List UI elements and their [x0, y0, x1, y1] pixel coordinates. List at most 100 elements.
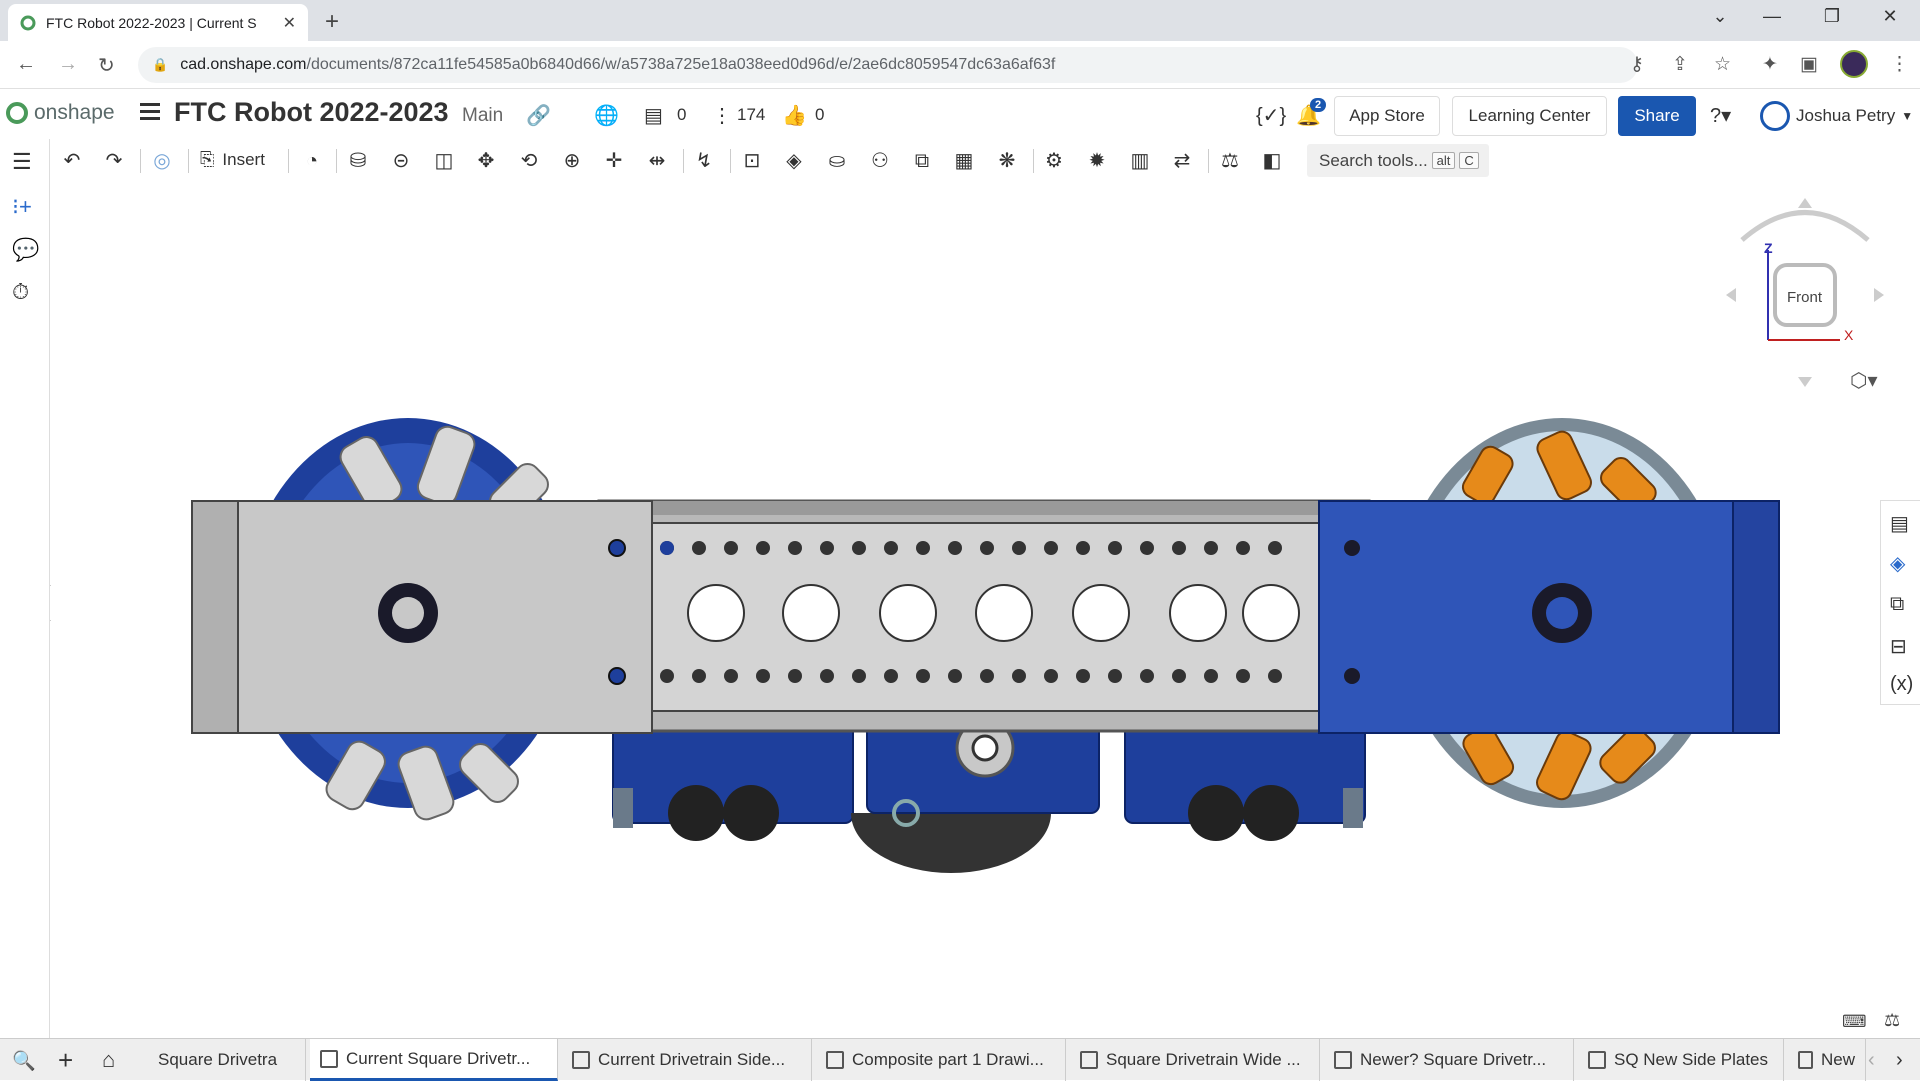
mate-connector-icon[interactable]: ◔ — [298, 149, 326, 173]
pin-slot-mate-icon[interactable]: ⊕ — [558, 149, 586, 173]
forward-icon[interactable]: → — [58, 53, 78, 76]
cylindrical-mate-icon[interactable]: ⟲ — [515, 149, 543, 173]
chrome-menu-icon[interactable]: ⋮ — [1890, 53, 1909, 76]
tangent-mate-icon[interactable]: ↯ — [690, 149, 718, 173]
center-gearbox[interactable] — [851, 712, 1100, 873]
graphics-viewport[interactable] — [51, 183, 1880, 1038]
tab-search-icon[interactable]: ⌄ — [1700, 6, 1740, 27]
onshape-header: onshape FTC Robot 2022-2023 Main 🔗 🌐 ▤ 0… — [0, 89, 1920, 139]
minimize-icon[interactable]: — — [1752, 6, 1792, 27]
mass-properties-icon[interactable]: ⚖ — [1884, 1010, 1900, 1031]
feature-list-icon[interactable]: ☰ — [12, 149, 32, 175]
replicate-icon[interactable]: ⛀ — [823, 149, 851, 173]
main-channel[interactable] — [597, 499, 1371, 733]
left-side-plate[interactable] — [191, 500, 653, 734]
hamburger-menu-icon[interactable] — [140, 103, 160, 124]
variables-icon[interactable]: {✓} — [1256, 103, 1286, 128]
tab-assembly[interactable]: Square Drivetrain Wide ... — [1070, 1039, 1320, 1081]
tab-assembly[interactable]: SQ New Side Plates — [1578, 1039, 1784, 1081]
link-icon[interactable]: 🔗 — [526, 103, 551, 128]
reload-icon[interactable]: ↻ — [98, 53, 115, 78]
named-positions-icon[interactable]: ⊟ — [1890, 634, 1907, 659]
side-panel-icon[interactable]: ▣ — [1800, 53, 1818, 76]
section-view-icon[interactable]: ◧ — [1258, 149, 1286, 173]
help-icon[interactable]: ?▾ — [1710, 103, 1731, 128]
app-store-button[interactable]: App Store — [1334, 96, 1440, 136]
url-input[interactable]: 🔒 cad.onshape.com/documents/872ca11fe545… — [138, 47, 1638, 83]
profile-avatar[interactable] — [1840, 50, 1868, 78]
screw-relation-icon[interactable]: ▥ — [1126, 149, 1154, 173]
view-cube[interactable]: Front Z X — [1720, 190, 1890, 390]
tab-assembly-active[interactable]: Current Square Drivetr... — [310, 1039, 558, 1081]
instances-icon[interactable]: ⋮ — [712, 103, 732, 128]
versions-icon[interactable]: ▤ — [644, 103, 663, 128]
close-icon[interactable]: ✕ — [283, 13, 296, 33]
gear-relation-icon[interactable]: ⚙ — [1040, 149, 1068, 173]
window-close-icon[interactable]: ✕ — [1870, 6, 1910, 27]
search-tools-input[interactable]: Search tools... alt C — [1307, 144, 1489, 177]
mirror-icon[interactable]: ❋ — [993, 149, 1021, 173]
planar-mate-icon[interactable]: ✥ — [472, 149, 500, 173]
add-tab-icon[interactable]: + — [58, 1045, 73, 1076]
share-page-icon[interactable]: ⇪ — [1672, 53, 1688, 76]
undo-icon[interactable]: ↶ — [58, 149, 86, 173]
like-icon[interactable]: 👍 — [782, 103, 807, 128]
tab-part-studio[interactable]: Square Drivetra — [148, 1039, 306, 1081]
update-icon[interactable]: ◎ — [148, 149, 176, 173]
fastened-mate-icon[interactable]: ⛁ — [344, 149, 372, 173]
tab-assembly[interactable]: New — [1788, 1039, 1866, 1081]
back-icon[interactable]: ← — [16, 53, 36, 76]
onshape-logo-icon — [6, 102, 28, 124]
rotate-arc-icon[interactable] — [1740, 210, 1870, 242]
appearance-panel-icon[interactable]: ▤ — [1890, 511, 1909, 536]
share-button[interactable]: Share — [1618, 96, 1696, 136]
branch-name[interactable]: Main — [462, 105, 503, 127]
rotate-right-icon[interactable] — [1874, 288, 1884, 302]
rotate-left-icon[interactable] — [1726, 288, 1736, 302]
measure-icon[interactable]: ⚖ — [1216, 149, 1244, 173]
search-tabs-icon[interactable]: 🔍 — [12, 1049, 36, 1073]
user-menu[interactable]: Joshua Petry ▼ — [1760, 101, 1913, 131]
new-tab-icon[interactable]: + — [325, 8, 339, 36]
right-side-plate[interactable] — [1318, 500, 1780, 734]
ball-mate-icon[interactable]: ✛ — [600, 149, 628, 173]
group-icon[interactable]: ⊡ — [738, 149, 766, 173]
variables-panel-icon[interactable]: (x) — [1890, 673, 1913, 696]
rotate-up-icon[interactable] — [1798, 198, 1812, 208]
redo-icon[interactable]: ↷ — [100, 149, 128, 173]
learning-center-button[interactable]: Learning Center — [1452, 96, 1607, 136]
document-title[interactable]: FTC Robot 2022-2023 — [174, 97, 449, 128]
parallel-mate-icon[interactable]: ⇹ — [643, 149, 671, 173]
home-icon[interactable]: ⌂ — [102, 1047, 115, 1073]
revolute-mate-icon[interactable]: ⊝ — [387, 149, 415, 173]
globe-icon[interactable]: 🌐 — [594, 103, 619, 128]
view-mode-cube-icon[interactable]: ⬡▾ — [1850, 368, 1878, 393]
units-icon[interactable]: ⌨ — [1842, 1012, 1867, 1032]
onshape-logo[interactable]: onshape — [6, 101, 115, 125]
tab-assembly[interactable]: Current Drivetrain Side... — [562, 1039, 812, 1081]
mate-features-icon[interactable]: ⁝+ — [12, 194, 32, 220]
scroll-tabs-left-icon[interactable]: ‹ — [1868, 1049, 1875, 1072]
key-icon[interactable]: ⚷ — [1630, 53, 1644, 76]
extensions-icon[interactable]: ✦ — [1762, 53, 1778, 76]
bookmark-star-icon[interactable]: ☆ — [1714, 53, 1731, 76]
linear-relation-icon[interactable]: ⇄ — [1168, 149, 1196, 173]
linear-pattern-icon[interactable]: ⧉ — [908, 149, 936, 173]
scroll-tabs-right-icon[interactable]: › — [1896, 1049, 1903, 1072]
bom-panel-icon[interactable]: ⧉ — [1890, 593, 1904, 616]
tab-drawing[interactable]: Composite part 1 Drawi... — [816, 1039, 1066, 1081]
browser-tab[interactable]: FTC Robot 2022-2023 | Current S ✕ — [8, 4, 308, 41]
restore-icon[interactable]: ❐ — [1812, 6, 1852, 27]
mate-connector-pattern-icon[interactable]: ⚇ — [866, 149, 894, 173]
animate-icon[interactable]: ⏱ — [12, 279, 29, 305]
comments-icon[interactable]: 💬 — [12, 237, 39, 263]
tab-assembly[interactable]: Newer? Square Drivetr... — [1324, 1039, 1574, 1081]
rack-pinion-icon[interactable]: ✹ — [1083, 149, 1111, 173]
circular-pattern-icon[interactable]: ▦ — [950, 149, 978, 173]
robot-model[interactable] — [51, 183, 1880, 1038]
configurations-panel-icon[interactable]: ◈ — [1890, 551, 1905, 576]
slider-mate-icon[interactable]: ◫ — [430, 149, 458, 173]
rotate-down-icon[interactable] — [1798, 377, 1812, 387]
relation-icon[interactable]: ◈ — [780, 149, 808, 173]
insert-button[interactable]: ⎘ Insert — [200, 149, 265, 170]
